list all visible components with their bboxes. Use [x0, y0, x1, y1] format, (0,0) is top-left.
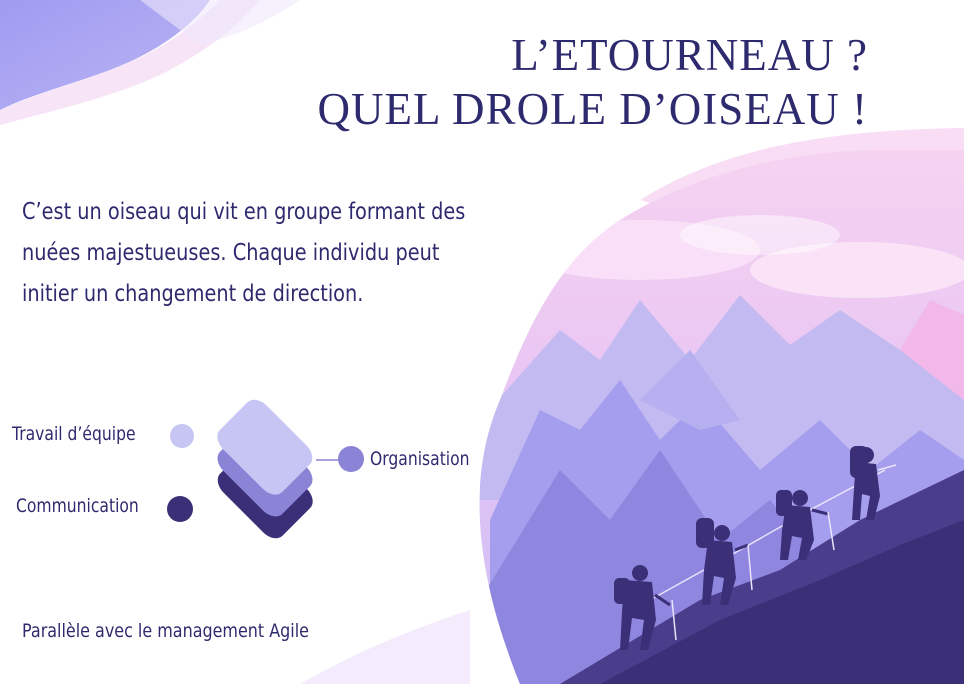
intro-line-3: initier un changement de direction. — [22, 281, 364, 307]
intro-line-1: C’est un oiseau qui vit en groupe forman… — [22, 199, 466, 225]
page-title: L’ETOURNEAU ? QUEL DROLE D’OISEAU ! — [318, 28, 869, 136]
intro-line-2: nuées majestueuses. Chaque individu peut — [22, 240, 440, 266]
intro-paragraph: C’est un oiseau qui vit en groupe forman… — [22, 192, 526, 315]
label-travail-equipe: Travail d’équipe — [12, 423, 136, 445]
dot-communication — [167, 496, 193, 522]
label-communication: Communication — [16, 495, 139, 517]
dot-organisation — [338, 446, 364, 472]
dot-travail-equipe — [170, 424, 194, 448]
title-line-2: QUEL DROLE D’OISEAU ! — [317, 84, 868, 134]
label-organisation: Organisation — [370, 448, 470, 470]
title-line-1: L’ETOURNEAU ? — [511, 30, 868, 80]
footer-text: Parallèle avec le management Agile — [22, 620, 309, 642]
layer-stack-icon — [217, 399, 313, 539]
